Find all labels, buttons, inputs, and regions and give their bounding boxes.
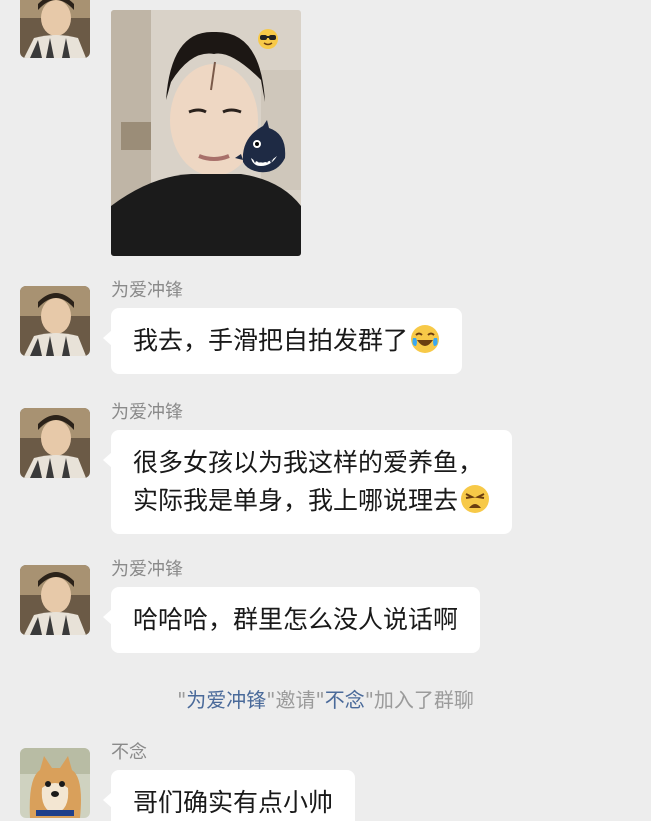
avatar[interactable] bbox=[20, 0, 90, 58]
message-row: 为爱冲锋 哈哈哈，群里怎么没人说话啊 bbox=[0, 557, 651, 667]
message-bubble[interactable]: 我去，手滑把自拍发群了 bbox=[102, 308, 463, 374]
avatar[interactable] bbox=[20, 748, 90, 818]
shark-sticker-icon bbox=[235, 118, 291, 178]
avatar[interactable] bbox=[20, 286, 90, 356]
message-text: 哈哈哈，群里怎么没人说话啊 bbox=[133, 605, 459, 634]
message-text: 我去，手滑把自拍发群了 bbox=[133, 326, 409, 355]
sender-name: 为爱冲锋 bbox=[111, 559, 183, 580]
crying-laughing-emoji-icon bbox=[410, 324, 440, 354]
message-text-line: 实际我是单身，我上哪说理去 bbox=[133, 482, 490, 520]
avatar[interactable] bbox=[20, 565, 90, 635]
avatar[interactable] bbox=[20, 408, 90, 478]
invitee-link[interactable]: 不念 bbox=[325, 688, 365, 712]
sender-name: 不念 bbox=[111, 742, 147, 763]
message-row: 为爱冲锋 我去，手滑把自拍发群了 bbox=[0, 278, 651, 388]
message-text: 哥们确实有点小帅 bbox=[133, 788, 334, 817]
sender-name: 为爱冲锋 bbox=[111, 280, 183, 301]
sender-name: 为爱冲锋 bbox=[111, 402, 183, 423]
weary-face-emoji-icon bbox=[460, 484, 490, 514]
message-row: 为爱冲锋 很多女孩以为我这样的爱养鱼， 实际我是单身，我上哪说理去 bbox=[0, 400, 651, 550]
message-bubble[interactable]: 哥们确实有点小帅 bbox=[102, 770, 356, 821]
chat-window: 为爱冲锋 我去，手滑把自拍发群了 为爱冲锋 很多女孩以为我这样的爱养鱼， 实际我是… bbox=[0, 0, 651, 821]
message-row: 不念 哥们确实有点小帅 bbox=[0, 740, 651, 821]
message-bubble[interactable]: 哈哈哈，群里怎么没人说话啊 bbox=[102, 587, 481, 653]
inviter-link[interactable]: 为爱冲锋 bbox=[186, 688, 266, 712]
system-notice: "为爱冲锋"邀请"不念"加入了群聊 bbox=[177, 688, 474, 712]
sunglasses-emoji-icon bbox=[257, 28, 279, 50]
selfie-photo[interactable] bbox=[111, 10, 301, 256]
message-row bbox=[0, 0, 651, 262]
message-text-line: 很多女孩以为我这样的爱养鱼， bbox=[133, 448, 484, 477]
message-bubble[interactable]: 很多女孩以为我这样的爱养鱼， 实际我是单身，我上哪说理去 bbox=[102, 430, 513, 534]
